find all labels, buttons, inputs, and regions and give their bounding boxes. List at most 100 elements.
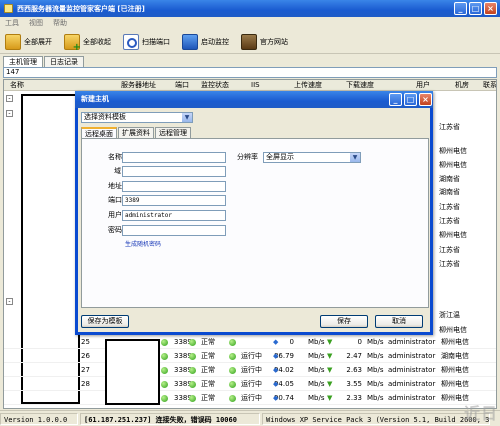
col-contact[interactable]: 联系 bbox=[483, 80, 496, 91]
col-user[interactable]: 用户 bbox=[416, 80, 430, 91]
col-download[interactable]: 下载速度 bbox=[346, 80, 374, 91]
template-select-label: 选择资料模板 bbox=[84, 113, 126, 121]
room-label: 江苏省 bbox=[439, 260, 460, 268]
status-led-icon bbox=[161, 381, 168, 388]
save-button[interactable]: 保存 bbox=[320, 315, 368, 328]
monitor-led-icon bbox=[189, 367, 196, 374]
upload-arrow-icon: ◆ bbox=[273, 352, 279, 360]
menu-view[interactable]: 视图 bbox=[29, 18, 43, 28]
row-index: 26 bbox=[81, 352, 90, 360]
table-row[interactable]: 3389 正常 运行中 90.74 Mb/s 2.33 Mb/s administrator 柳… bbox=[4, 392, 496, 405]
resolution-select[interactable]: 全屏显示 ▼ bbox=[263, 152, 361, 163]
cancel-button[interactable]: 取消 bbox=[375, 315, 423, 328]
scan-port-label: 扫描端口 bbox=[142, 37, 170, 46]
room-label: 江苏省 bbox=[439, 246, 460, 254]
row-status: 正常 bbox=[201, 338, 215, 346]
website-button[interactable]: 官方网站 bbox=[241, 33, 288, 50]
menu-help[interactable]: 帮助 bbox=[53, 18, 67, 28]
title-bar: 西西服务器流量监控管家客户端 [已注册] _ □ × bbox=[0, 0, 500, 17]
user-label: 用户 bbox=[108, 211, 122, 219]
password-label: 密码 bbox=[108, 226, 122, 234]
monitor-led-icon bbox=[189, 353, 196, 360]
app-icon bbox=[4, 4, 13, 13]
col-port[interactable]: 端口 bbox=[175, 80, 189, 91]
download-arrow-icon: ▼ bbox=[327, 338, 333, 346]
minimize-button[interactable]: _ bbox=[454, 2, 467, 15]
row-upload: 90.74 bbox=[273, 394, 294, 402]
iis-led-icon bbox=[229, 367, 236, 374]
download-arrow-icon: ▼ bbox=[327, 380, 333, 388]
tab-log[interactable]: 日志记录 bbox=[44, 56, 84, 67]
row-download-unit: Mb/s bbox=[367, 394, 384, 402]
row-user: administrator bbox=[388, 352, 436, 360]
row-upload-unit: Mb/s bbox=[308, 338, 325, 346]
status-led-icon bbox=[161, 395, 168, 402]
close-button[interactable]: × bbox=[484, 2, 497, 15]
maximize-button[interactable]: □ bbox=[469, 2, 482, 15]
table-row[interactable]: 27 3389 正常 运行中 94.02 Mb/s 2.63 Mb/s administrato… bbox=[4, 364, 496, 377]
filter-input[interactable]: 147 bbox=[3, 67, 497, 78]
row-download-unit: Mb/s bbox=[367, 380, 384, 388]
row-index: 27 bbox=[81, 366, 90, 374]
tab-host-management[interactable]: 主机管理 bbox=[3, 56, 43, 67]
domain-field[interactable] bbox=[122, 166, 226, 177]
collapse-all-label: 全部收起 bbox=[83, 37, 111, 46]
status-os: Windows XP Service Pack 3 (Version 5.1, … bbox=[262, 412, 490, 425]
download-arrow-icon: ▼ bbox=[327, 352, 333, 360]
tab-remote-management[interactable]: 远程管理 bbox=[155, 127, 191, 138]
menu-tools[interactable]: 工具 bbox=[5, 18, 19, 28]
name-field[interactable] bbox=[122, 152, 226, 163]
col-iis[interactable]: IIS bbox=[251, 80, 260, 91]
password-field[interactable] bbox=[122, 225, 226, 236]
row-iis: 运行中 bbox=[241, 352, 262, 360]
col-upload[interactable]: 上传速度 bbox=[294, 80, 322, 91]
scan-port-button[interactable]: 扫描端口 bbox=[123, 33, 170, 50]
dialog-close-button[interactable]: × bbox=[419, 93, 432, 106]
status-message: [61.187.251.237] 连接失败，错误码 10060 bbox=[80, 412, 260, 425]
col-name[interactable]: 名称 bbox=[10, 80, 24, 91]
row-index: 28 bbox=[81, 380, 90, 388]
col-monitor-status[interactable]: 监控状态 bbox=[201, 80, 229, 91]
save-template-button[interactable]: 保存为模板 bbox=[81, 315, 129, 328]
new-host-dialog: 新建主机 _ □ × 选择资料模板 ▼ 远程桌面 扩展资料 远程管理 名称 域 … bbox=[75, 91, 433, 335]
dialog-maximize-button[interactable]: □ bbox=[404, 93, 417, 106]
iis-led-icon bbox=[229, 381, 236, 388]
port-field[interactable]: 3389 bbox=[122, 195, 226, 206]
row-iis: 运行中 bbox=[241, 366, 262, 374]
dialog-title: 新建主机 bbox=[81, 95, 109, 103]
tree-expander[interactable]: - bbox=[6, 110, 13, 117]
row-download: 2.47 bbox=[346, 352, 362, 360]
row-download-unit: Mb/s bbox=[367, 352, 384, 360]
upload-arrow-icon: ◆ bbox=[273, 394, 279, 402]
row-room: 柳州电信 bbox=[441, 394, 469, 402]
name-label: 名称 bbox=[108, 153, 122, 161]
redacted-address bbox=[105, 339, 160, 405]
row-download-unit: Mb/s bbox=[367, 338, 384, 346]
col-room[interactable]: 机房 bbox=[455, 80, 469, 91]
address-field[interactable] bbox=[122, 181, 226, 192]
start-monitor-button[interactable]: 启动监控 bbox=[182, 33, 229, 50]
tab-extended-info[interactable]: 扩展资料 bbox=[118, 127, 154, 138]
table-row[interactable]: 28 3389 正常 运行中 94.05 Mb/s 3.55 Mb/s administrato… bbox=[4, 378, 496, 391]
chevron-down-icon: ▼ bbox=[350, 153, 360, 162]
tree-expander[interactable]: - bbox=[6, 95, 13, 102]
tree-expander[interactable]: - bbox=[6, 298, 13, 305]
generate-password-link[interactable]: 生成随机密码 bbox=[125, 239, 161, 248]
collapse-all-button[interactable]: 全部收起 bbox=[64, 33, 111, 53]
download-arrow-icon: ▼ bbox=[327, 366, 333, 374]
menu-bar: 工具 视图 帮助 bbox=[0, 17, 500, 29]
table-row[interactable]: 25 3389 正常 0 Mb/s 0 Mb/s administrator 柳州电信 ◆ ▼ bbox=[4, 336, 496, 349]
expand-all-button[interactable]: 全部展开 bbox=[5, 33, 52, 50]
chevron-down-icon: ▼ bbox=[182, 113, 192, 122]
row-user: administrator bbox=[388, 338, 436, 346]
monitor-led-icon bbox=[189, 395, 196, 402]
col-address[interactable]: 服务器地址 bbox=[121, 80, 156, 91]
room-label: 柳州电信 bbox=[439, 231, 467, 239]
dialog-minimize-button[interactable]: _ bbox=[389, 93, 402, 106]
room-label: 浙江温 bbox=[439, 311, 460, 319]
row-status: 正常 bbox=[201, 352, 215, 360]
table-row[interactable]: 26 3389 正常 运行中 86.79 Mb/s 2.47 Mb/s administrato… bbox=[4, 350, 496, 363]
template-select[interactable]: 选择资料模板 ▼ bbox=[81, 112, 193, 123]
user-field[interactable]: administrator bbox=[122, 210, 226, 221]
tab-remote-desktop[interactable]: 远程桌面 bbox=[81, 127, 117, 138]
